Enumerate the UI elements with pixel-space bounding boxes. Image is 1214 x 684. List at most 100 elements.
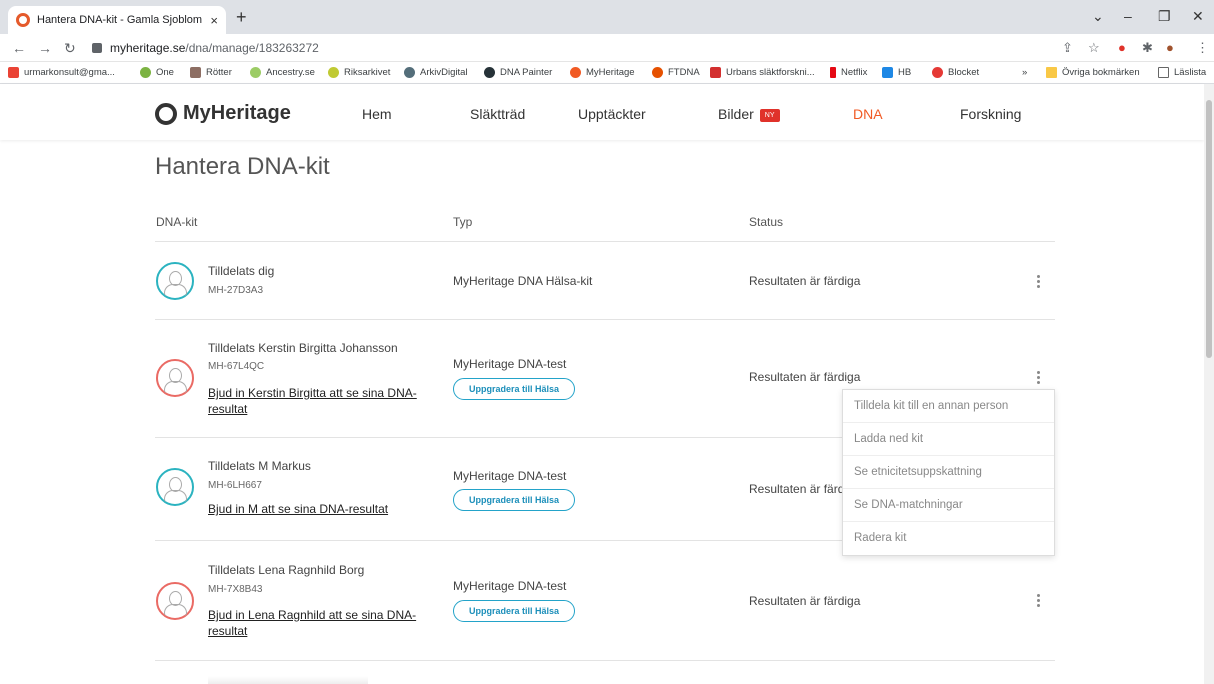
upgrade-button[interactable]: Uppgradera till Hälsa xyxy=(453,600,575,622)
tab-title: Hantera DNA-kit - Gamla Sjoblom xyxy=(37,14,203,26)
nav-forskning[interactable]: Forskning xyxy=(960,106,1021,122)
maximize-icon[interactable]: ❐ xyxy=(1158,8,1171,25)
reload-icon[interactable]: ↻ xyxy=(64,40,76,57)
menu-item-download-kit[interactable]: Ladda ned kit xyxy=(843,423,1054,456)
hb-icon xyxy=(882,67,893,78)
bookmarks-more[interactable]: » xyxy=(1022,67,1027,78)
scrollbar-thumb[interactable] xyxy=(1206,100,1212,358)
ancestry-leaf-icon xyxy=(250,67,261,78)
menu-item-dna-matches[interactable]: Se DNA-matchningar xyxy=(843,489,1054,522)
column-header-status: Status xyxy=(749,215,784,229)
tab-close-icon[interactable]: × xyxy=(210,13,218,28)
reading-list[interactable]: Läslista xyxy=(1158,67,1206,78)
kit-actions-menu: Tilldela kit till en annan person Ladda … xyxy=(842,389,1055,556)
ftdna-icon xyxy=(652,67,663,78)
minimize-icon[interactable]: – xyxy=(1124,8,1132,24)
one-icon xyxy=(140,67,151,78)
browser-tab-strip: Hantera DNA-kit - Gamla Sjoblom × + ⌄ – … xyxy=(0,0,1214,34)
menu-item-ethnicity[interactable]: Se etnicitetsuppskattning xyxy=(843,456,1054,489)
kebab-menu-icon[interactable] xyxy=(1034,273,1042,289)
riksarkivet-icon xyxy=(328,67,339,78)
avatar xyxy=(156,582,194,620)
dnapainter-icon xyxy=(484,67,495,78)
profile-avatar-icon[interactable]: ● xyxy=(1166,40,1174,55)
site-header: MyHeritage Hem Släktträd Upptäckter Bild… xyxy=(0,84,1204,140)
bookmark-urbans[interactable]: Urbans släktforskni... xyxy=(710,67,815,78)
url-field[interactable]: myheritage.se/dna/manage/183263272 xyxy=(92,37,1092,59)
upgrade-button[interactable]: Uppgradera till Hälsa xyxy=(453,489,575,511)
kebab-menu-icon[interactable] xyxy=(1034,369,1042,385)
kit-status: Resultaten är färdiga xyxy=(749,274,861,288)
kit-type: MyHeritage DNA-test xyxy=(453,469,567,483)
kebab-menu-icon[interactable] xyxy=(1034,592,1042,608)
blocket-icon xyxy=(932,67,943,78)
nav-bilder[interactable]: Bilder NY xyxy=(718,106,780,122)
bookmark-riksarkivet[interactable]: Riksarkivet xyxy=(328,67,390,78)
bookmark-netflix[interactable]: Netflix xyxy=(830,67,867,78)
menu-item-assign-kit[interactable]: Tilldela kit till en annan person xyxy=(843,390,1054,423)
kit-status: Resultaten är färdiga xyxy=(749,594,861,608)
nav-hem[interactable]: Hem xyxy=(362,106,392,122)
rotter-icon xyxy=(190,67,201,78)
myheritage-logo[interactable]: MyHeritage xyxy=(155,102,291,125)
kit-owner-name: Tilldelats Lena Ragnhild Borg xyxy=(208,563,365,577)
next-row-partial xyxy=(208,676,368,684)
nav-slakttrad[interactable]: Släktträd xyxy=(470,106,525,122)
invite-link[interactable]: Bjud in M att se sina DNA-resultat xyxy=(208,501,408,517)
address-bar-row: ← → ↻ myheritage.se/dna/manage/183263272… xyxy=(0,34,1214,62)
back-icon[interactable]: ← xyxy=(12,40,26,56)
tab-search-icon[interactable]: ⌄ xyxy=(1092,8,1104,25)
bookmark-star-icon[interactable]: ☆ xyxy=(1088,40,1100,56)
forward-icon[interactable]: → xyxy=(38,40,52,56)
new-tab-button[interactable]: + xyxy=(236,7,247,28)
kit-owner-name: Tilldelats Kerstin Birgitta Johansson xyxy=(208,341,398,355)
bookmark-blocket[interactable]: Blocket xyxy=(932,67,979,78)
bookmark-dnapainter[interactable]: DNA Painter xyxy=(484,67,552,78)
menu-item-delete-kit[interactable]: Radera kit xyxy=(843,522,1054,555)
extension-badge-icon[interactable]: ● xyxy=(1118,40,1126,55)
column-header-type: Typ xyxy=(453,215,473,229)
share-icon[interactable]: ⇪ xyxy=(1062,40,1073,56)
netflix-icon xyxy=(830,67,836,78)
nav-upptackter[interactable]: Upptäckter xyxy=(578,106,646,122)
other-bookmarks[interactable]: Övriga bokmärken xyxy=(1046,67,1140,78)
kit-status: Resultaten är färdiga xyxy=(749,370,861,384)
avatar xyxy=(156,359,194,397)
browser-tab[interactable]: Hantera DNA-kit - Gamla Sjoblom × xyxy=(8,6,226,34)
divider xyxy=(155,319,1055,320)
myheritage-logo-icon xyxy=(155,102,177,125)
bookmark-ftdna[interactable]: FTDNA xyxy=(652,67,700,78)
browser-menu-icon[interactable]: ⋮ xyxy=(1196,40,1209,56)
upgrade-button[interactable]: Uppgradera till Hälsa xyxy=(453,378,575,400)
bookmark-rotter[interactable]: Rötter xyxy=(190,67,232,78)
lock-icon xyxy=(92,43,102,53)
kit-type: MyHeritage DNA-test xyxy=(453,579,567,593)
kit-owner-name: Tilldelats M Markus xyxy=(208,459,311,473)
bookmark-hb[interactable]: HB xyxy=(882,67,911,78)
divider xyxy=(155,241,1055,242)
bookmark-ancestry[interactable]: Ancestry.se xyxy=(250,67,315,78)
nav-dna[interactable]: DNA xyxy=(853,106,883,122)
invite-link[interactable]: Bjud in Lena Ragnhild att se sina DNA-re… xyxy=(208,607,433,639)
new-badge: NY xyxy=(759,108,780,122)
close-window-icon[interactable]: ✕ xyxy=(1192,8,1204,25)
gmail-icon xyxy=(8,67,19,78)
url-path: /dna/manage/183263272 xyxy=(185,41,319,55)
invite-link[interactable]: Bjud in Kerstin Birgitta att se sina DNA… xyxy=(208,385,433,417)
bookmark-one[interactable]: One xyxy=(140,67,174,78)
kit-type: MyHeritage DNA Hälsa-kit xyxy=(453,274,593,288)
bookmark-arkivdigital[interactable]: ArkivDigital xyxy=(404,67,468,78)
app-window: Hantera DNA-kit - Gamla Sjoblom × + ⌄ – … xyxy=(0,0,1214,684)
bookmark-gmail[interactable]: urmarkonsult@gma... xyxy=(8,67,115,78)
kit-id: MH-27D3A3 xyxy=(208,285,264,296)
avatar xyxy=(156,262,194,300)
kit-owner-name: Tilldelats dig xyxy=(208,264,275,278)
kit-type: MyHeritage DNA-test xyxy=(453,357,567,371)
urbans-icon xyxy=(710,67,721,78)
kit-id: MH-67L4QC xyxy=(208,361,265,372)
reading-list-icon xyxy=(1158,67,1169,78)
url-host: myheritage.se xyxy=(110,41,186,55)
extensions-puzzle-icon[interactable]: ✱ xyxy=(1142,40,1153,56)
page-title: Hantera DNA-kit xyxy=(155,153,330,180)
bookmark-myheritage[interactable]: MyHeritage xyxy=(570,67,635,78)
